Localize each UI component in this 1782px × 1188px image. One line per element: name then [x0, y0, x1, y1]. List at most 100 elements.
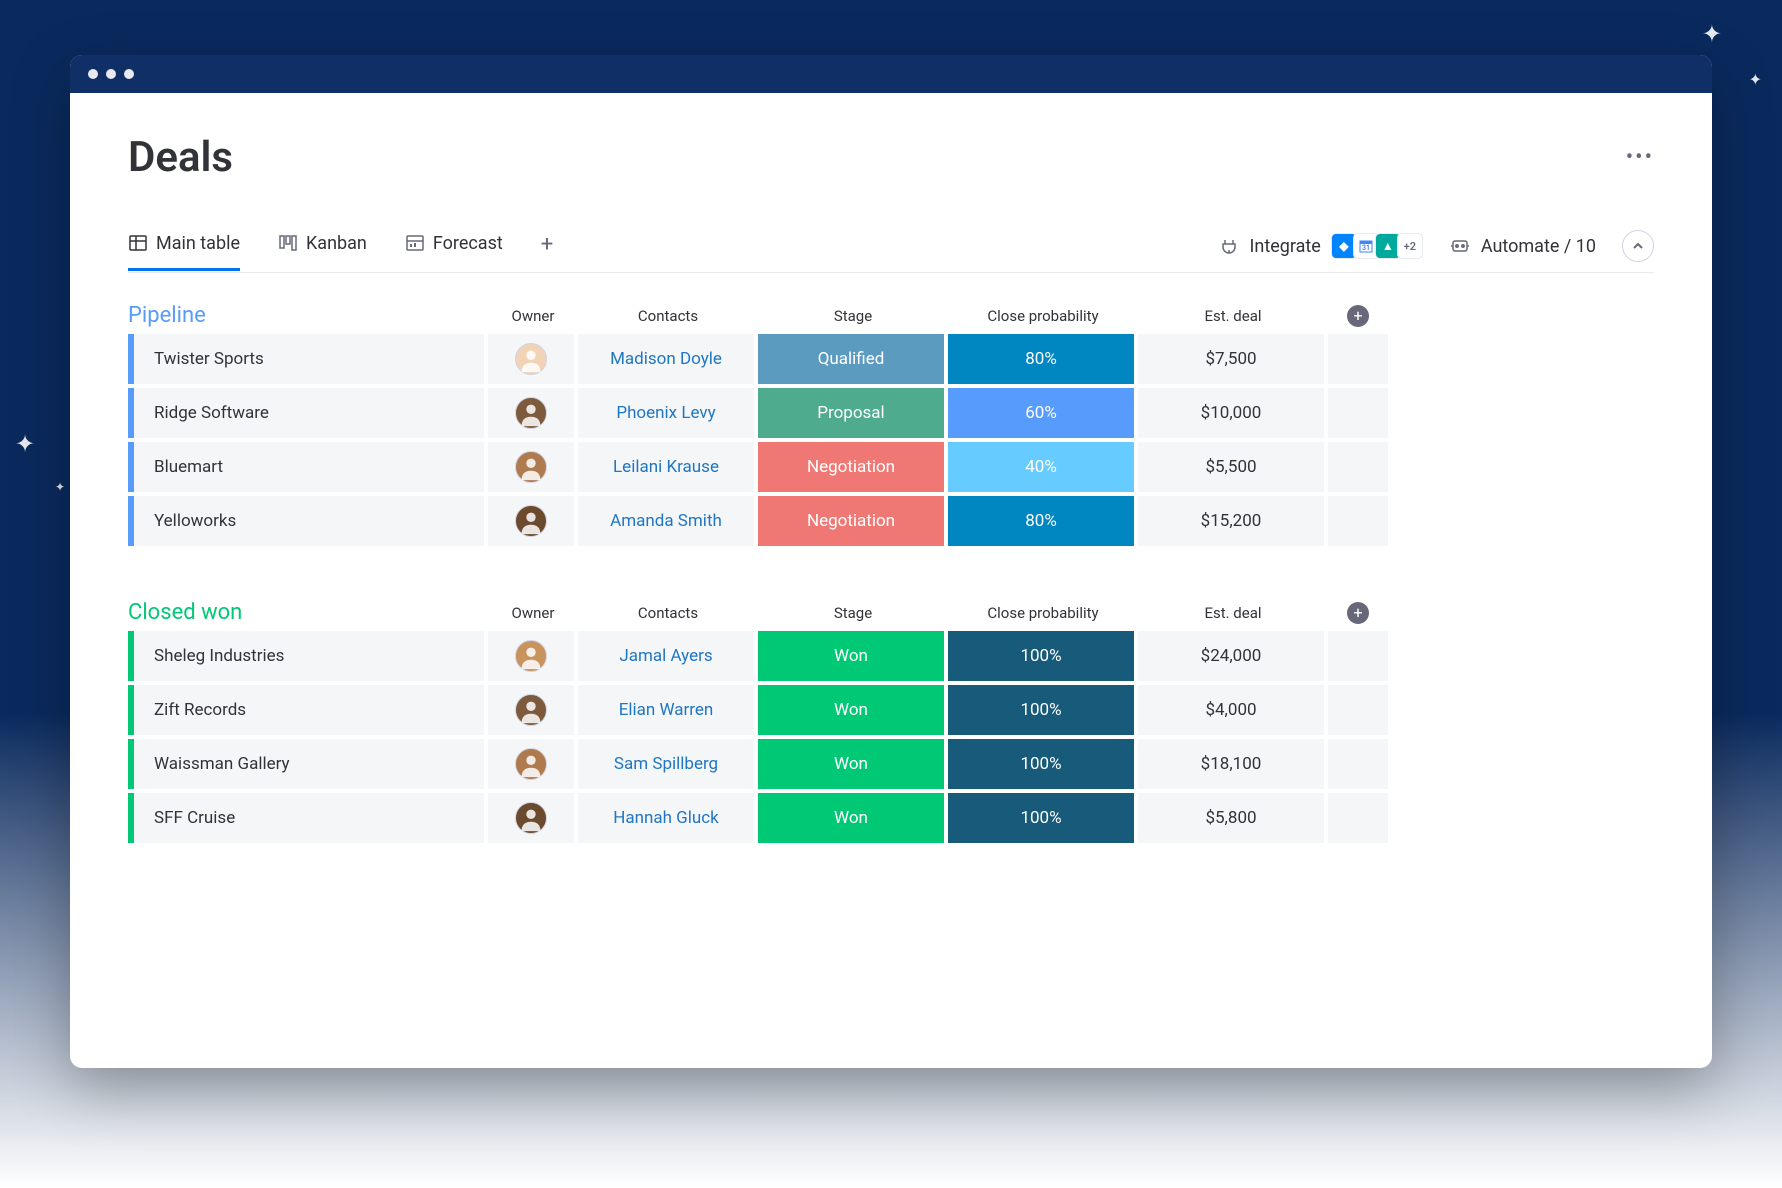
est-deal-cell[interactable]: $5,800 [1138, 793, 1328, 843]
deal-name-cell[interactable]: Sheleg Industries [128, 631, 488, 681]
table-row[interactable]: Twister Sports Madison Doyle Qualified 8… [128, 334, 1654, 384]
window-control-dot[interactable] [124, 69, 134, 79]
stage-cell[interactable]: Proposal [758, 388, 948, 438]
stage-cell[interactable]: Negotiation [758, 442, 948, 492]
deal-name-cell[interactable]: Twister Sports [128, 334, 488, 384]
column-header-stage[interactable]: Stage [758, 604, 948, 622]
tab-forecast[interactable]: Forecast [405, 233, 503, 271]
est-deal-cell[interactable]: $15,200 [1138, 496, 1328, 546]
column-header-stage[interactable]: Stage [758, 307, 948, 325]
row-tail [1328, 739, 1388, 789]
close-probability-cell[interactable]: 100% [948, 631, 1138, 681]
est-deal-cell[interactable]: $5,500 [1138, 442, 1328, 492]
table-row[interactable]: Waissman Gallery Sam Spillberg Won 100% … [128, 739, 1654, 789]
est-deal-cell[interactable]: $7,500 [1138, 334, 1328, 384]
contact-cell[interactable]: Elian Warren [578, 685, 758, 735]
integration-more: +2 [1397, 233, 1423, 259]
contact-cell[interactable]: Phoenix Levy [578, 388, 758, 438]
deal-name-cell[interactable]: Yelloworks [128, 496, 488, 546]
more-options-button[interactable]: ••• [1626, 145, 1654, 170]
contact-cell[interactable]: Madison Doyle [578, 334, 758, 384]
column-header-owner[interactable]: Owner [488, 604, 578, 622]
window-control-dot[interactable] [106, 69, 116, 79]
row-tail [1328, 631, 1388, 681]
column-header-est-deal[interactable]: Est. deal [1138, 307, 1328, 325]
sparkle-decoration: ✦ [1749, 70, 1762, 89]
row-tail [1328, 388, 1388, 438]
group-closed: Closed won Owner Contacts Stage Close pr… [128, 600, 1654, 843]
close-probability-cell[interactable]: 100% [948, 739, 1138, 789]
row-tail [1328, 496, 1388, 546]
column-header-close-probability[interactable]: Close probability [948, 307, 1138, 325]
avatar [515, 748, 547, 780]
est-deal-cell[interactable]: $10,000 [1138, 388, 1328, 438]
est-deal-cell[interactable]: $4,000 [1138, 685, 1328, 735]
column-header-contacts[interactable]: Contacts [578, 307, 758, 325]
deal-name-cell[interactable]: SFF Cruise [128, 793, 488, 843]
avatar [515, 694, 547, 726]
contact-cell[interactable]: Sam Spillberg [578, 739, 758, 789]
column-header-contacts[interactable]: Contacts [578, 604, 758, 622]
deal-name-cell[interactable]: Ridge Software [128, 388, 488, 438]
tab-label: Kanban [306, 233, 367, 254]
deal-name-cell[interactable]: Zift Records [128, 685, 488, 735]
avatar [515, 397, 547, 429]
deal-name-cell[interactable]: Bluemart [128, 442, 488, 492]
contact-cell[interactable]: Jamal Ayers [578, 631, 758, 681]
avatar [515, 640, 547, 672]
close-probability-cell[interactable]: 40% [948, 442, 1138, 492]
stage-cell[interactable]: Negotiation [758, 496, 948, 546]
row-tail [1328, 442, 1388, 492]
owner-cell[interactable] [488, 334, 578, 384]
table-row[interactable]: Yelloworks Amanda Smith Negotiation 80% … [128, 496, 1654, 546]
stage-cell[interactable]: Qualified [758, 334, 948, 384]
add-column-button[interactable]: + [1347, 305, 1369, 327]
view-tabs: Main table Kanban Forecast + [128, 230, 1654, 273]
contact-cell[interactable]: Leilani Krause [578, 442, 758, 492]
close-probability-cell[interactable]: 100% [948, 685, 1138, 735]
owner-cell[interactable] [488, 631, 578, 681]
avatar [515, 451, 547, 483]
owner-cell[interactable] [488, 685, 578, 735]
tab-main-table[interactable]: Main table [128, 233, 240, 271]
contact-cell[interactable]: Amanda Smith [578, 496, 758, 546]
close-probability-cell[interactable]: 60% [948, 388, 1138, 438]
owner-cell[interactable] [488, 793, 578, 843]
close-probability-cell[interactable]: 80% [948, 334, 1138, 384]
plug-icon [1219, 236, 1239, 256]
sparkle-decoration: ✦ [1702, 20, 1722, 48]
owner-cell[interactable] [488, 442, 578, 492]
stage-cell[interactable]: Won [758, 631, 948, 681]
integrate-button[interactable]: Integrate ◆ 31 ▲ +2 [1219, 233, 1422, 259]
table-row[interactable]: SFF Cruise Hannah Gluck Won 100% $5,800 [128, 793, 1654, 843]
tab-kanban[interactable]: Kanban [278, 233, 367, 271]
deal-name-cell[interactable]: Waissman Gallery [128, 739, 488, 789]
contact-cell[interactable]: Hannah Gluck [578, 793, 758, 843]
window-control-dot[interactable] [88, 69, 98, 79]
owner-cell[interactable] [488, 388, 578, 438]
group-title[interactable]: Closed won [128, 600, 488, 625]
column-header-est-deal[interactable]: Est. deal [1138, 604, 1328, 622]
collapse-button[interactable] [1622, 230, 1654, 262]
est-deal-cell[interactable]: $24,000 [1138, 631, 1328, 681]
close-probability-cell[interactable]: 100% [948, 793, 1138, 843]
table-row[interactable]: Sheleg Industries Jamal Ayers Won 100% $… [128, 631, 1654, 681]
est-deal-cell[interactable]: $18,100 [1138, 739, 1328, 789]
add-view-button[interactable]: + [541, 232, 553, 271]
table-row[interactable]: Bluemart Leilani Krause Negotiation 40% … [128, 442, 1654, 492]
stage-cell[interactable]: Won [758, 793, 948, 843]
avatar [515, 343, 547, 375]
column-header-owner[interactable]: Owner [488, 307, 578, 325]
owner-cell[interactable] [488, 739, 578, 789]
owner-cell[interactable] [488, 496, 578, 546]
column-header-close-probability[interactable]: Close probability [948, 604, 1138, 622]
automate-button[interactable]: Automate / 10 [1449, 236, 1596, 257]
stage-cell[interactable]: Won [758, 685, 948, 735]
add-column-button[interactable]: + [1347, 602, 1369, 624]
table-row[interactable]: Ridge Software Phoenix Levy Proposal 60%… [128, 388, 1654, 438]
stage-cell[interactable]: Won [758, 739, 948, 789]
table-row[interactable]: Zift Records Elian Warren Won 100% $4,00… [128, 685, 1654, 735]
close-probability-cell[interactable]: 80% [948, 496, 1138, 546]
group-title[interactable]: Pipeline [128, 303, 488, 328]
row-tail [1328, 793, 1388, 843]
